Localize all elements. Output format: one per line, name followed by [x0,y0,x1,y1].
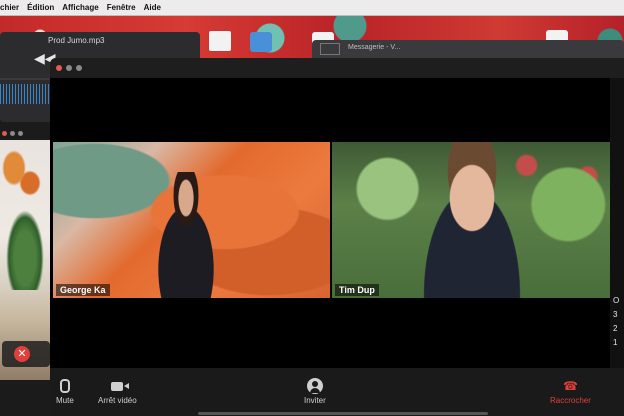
stop-video-label: Arrêt vidéo [98,396,137,405]
menu-aide[interactable]: Aide [144,3,161,12]
menu-fichier[interactable]: chier [0,3,19,12]
mute-label: Mute [56,396,74,405]
zoom-dot-icon[interactable] [18,131,23,136]
camera-icon [111,376,130,396]
minimize-window-icon[interactable] [66,65,72,71]
close-window-icon[interactable] [56,65,62,71]
user-icon [306,376,323,396]
participant-image [143,172,229,298]
close-dot-icon[interactable] [2,131,7,136]
scrollbar[interactable] [198,412,488,415]
participant-image [402,142,542,298]
window-controls [2,131,23,136]
side-panel-text: 3 [613,310,618,319]
minimize-dot-icon[interactable] [10,131,15,136]
menu-bar: chier Édition Affichage Fenêtre Aide [0,0,624,16]
phone-icon: ☎ [562,379,578,393]
video-call-window: George Ka Tim Dup O 3 2 1 Mute Arrêt vid… [50,58,624,416]
menu-fenetre[interactable]: Fenêtre [107,3,136,12]
menu-edition[interactable]: Édition [27,3,54,12]
call-titlebar [50,58,624,78]
invite-label: Inviter [304,396,326,405]
audio-file-title: Prod Jumo.mp3 [48,36,105,45]
messagerie-title: Messagerie - V... [348,44,401,51]
side-panel-text: O [613,296,620,305]
close-icon[interactable]: ✕ [14,346,30,362]
participant-video-2[interactable]: Tim Dup [332,142,610,298]
traffic-lights [56,65,82,71]
decor-plant [6,210,44,290]
hangup-label: Raccrocher [550,396,591,405]
decor-leaves [2,150,42,210]
participant-name: Tim Dup [335,284,379,296]
side-panel-edge [610,78,624,416]
participant-video-1[interactable]: George Ka [53,142,330,298]
folder-icon[interactable] [250,32,272,52]
zoom-window-icon[interactable] [76,65,82,71]
audio-waveform [0,84,50,104]
pdf-file-icon[interactable] [208,30,232,52]
call-toolbar: Mute Arrêt vidéo Inviter ☎ Raccrocher [50,368,624,416]
mute-button[interactable]: Mute [56,376,74,405]
microphone-icon [59,376,70,396]
menu-affichage[interactable]: Affichage [62,3,98,12]
stop-video-button[interactable]: Arrêt vidéo [98,376,137,405]
participant-name: George Ka [56,284,110,296]
side-panel-text: 2 [613,324,618,333]
hangup-button[interactable]: ☎ Raccrocher [550,376,591,405]
window-icon [320,43,340,55]
invite-button[interactable]: Inviter [304,376,326,405]
side-panel-text: 1 [613,338,618,347]
